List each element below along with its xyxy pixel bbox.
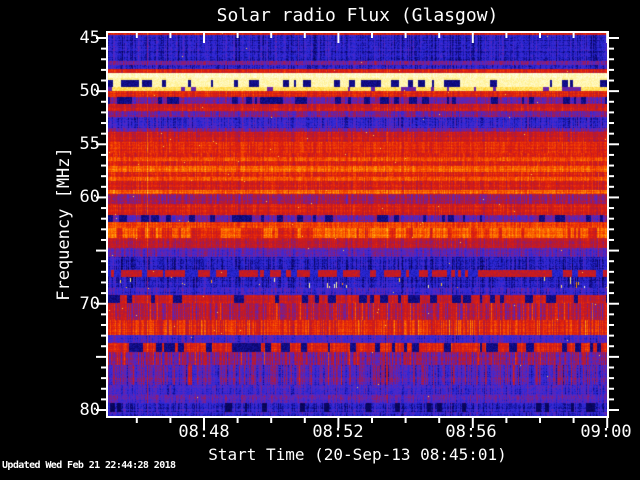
y-tick-label: 80 xyxy=(79,400,100,420)
spectrogram-image xyxy=(107,32,608,417)
y-tick-label: 45 xyxy=(79,28,100,48)
x-tick-label: 09:00 xyxy=(580,422,632,442)
x-tick-label: 08:48 xyxy=(178,422,230,442)
x-axis-title: Start Time (20-Sep-13 08:45:01) xyxy=(208,445,507,464)
y-tick-label: 50 xyxy=(79,81,100,101)
spectrogram-page: Solar radio Flux (Glasgow) Frequency [MH… xyxy=(0,0,640,480)
y-tick-label: 60 xyxy=(79,187,100,207)
y-tick-label: 55 xyxy=(79,134,100,154)
x-tick-label: 08:52 xyxy=(312,422,364,442)
updated-timestamp: Updated Wed Feb 21 22:44:28 2018 xyxy=(2,460,176,471)
x-tick-label: 08:56 xyxy=(445,422,497,442)
y-axis-title: Frequency [MHz] xyxy=(54,147,74,301)
chart-title: Solar radio Flux (Glasgow) xyxy=(216,5,499,26)
y-tick-label: 70 xyxy=(79,294,100,314)
